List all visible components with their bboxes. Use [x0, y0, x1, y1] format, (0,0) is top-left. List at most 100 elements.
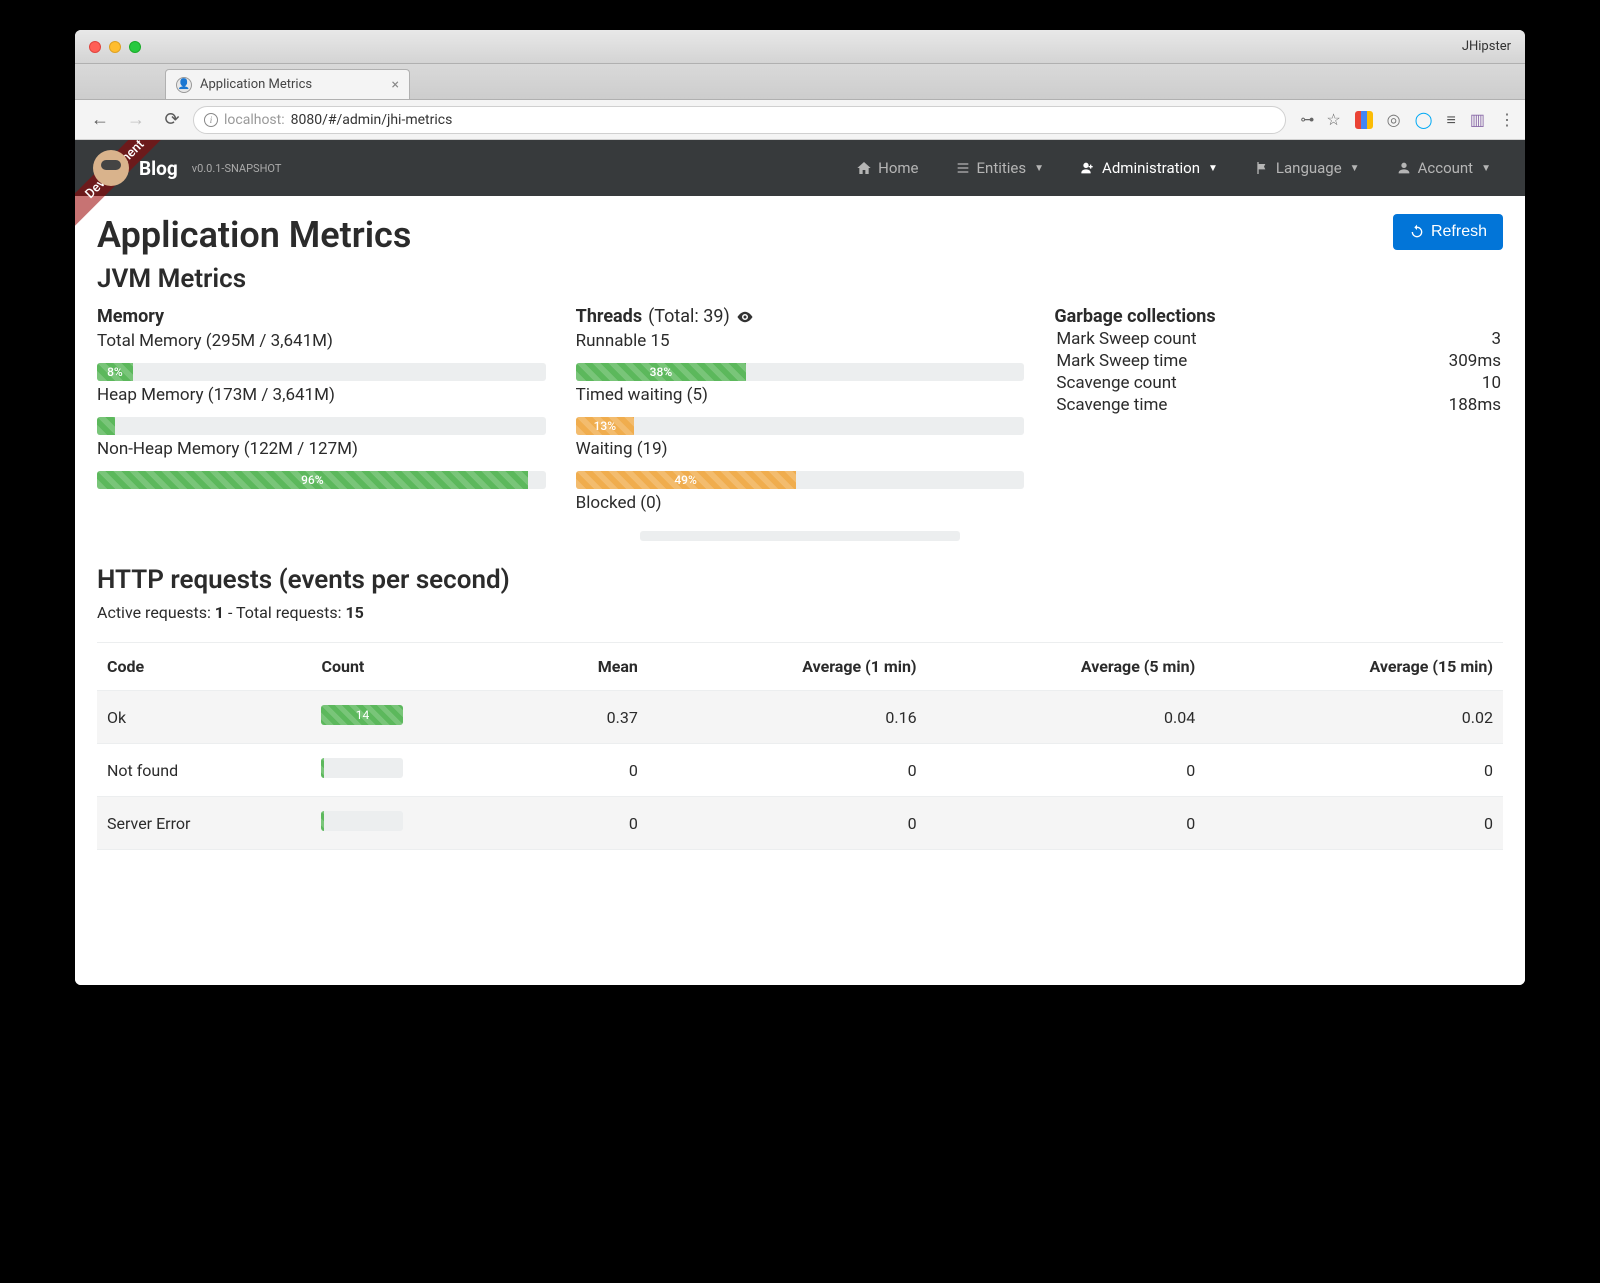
maximize-window-icon[interactable]	[129, 41, 141, 53]
threads-heading: Threads (Total: 39)	[576, 306, 1025, 327]
url-path: 8080/#/admin/jhi-metrics	[291, 112, 453, 128]
brand-version: v0.0.1-SNAPSHOT	[192, 162, 282, 175]
nonheap-memory-label: Non-Heap Memory (122M / 127M)	[97, 439, 546, 459]
gc-value: 309ms	[1381, 351, 1501, 371]
runnable-bar: 38%	[576, 363, 746, 381]
chevron-down-icon: ▼	[1034, 163, 1044, 174]
cell-count	[311, 797, 523, 850]
cell-avg5: 0	[927, 744, 1206, 797]
browser-menu-icon[interactable]: ⋮	[1499, 110, 1515, 129]
nav-entities-label: Entities	[977, 159, 1027, 177]
address-bar: ← → ⟳ i localhost: 8080/#/admin/jhi-metri…	[75, 100, 1525, 140]
waiting-label: Waiting (19)	[576, 439, 1025, 459]
count-bar	[321, 811, 323, 831]
site-info-icon[interactable]: i	[204, 113, 218, 127]
cell-avg1: 0	[648, 797, 927, 850]
url-host: localhost:	[224, 112, 285, 128]
page-content: Development Blog v0.0.1-SNAPSHOT Home En…	[75, 140, 1525, 985]
cell-avg5: 0.04	[927, 691, 1206, 744]
threads-heading-text: Threads	[576, 306, 642, 327]
col-avg15: Average (15 min)	[1205, 643, 1503, 691]
flag-icon	[1254, 160, 1270, 176]
cell-avg15: 0.02	[1205, 691, 1503, 744]
os-window-title: JHipster	[1462, 39, 1511, 54]
page-body: Application Metrics Refresh JVM Metrics …	[75, 196, 1525, 868]
browser-tabbar: 👤 Application Metrics ×	[75, 64, 1525, 100]
col-count: Count	[311, 643, 523, 691]
gc-value: 188ms	[1381, 395, 1501, 415]
nav-account[interactable]: Account ▼	[1380, 151, 1507, 185]
extension-icon-3[interactable]: ◯	[1415, 110, 1433, 129]
forward-button[interactable]: →	[121, 105, 151, 135]
nav-home[interactable]: Home	[840, 151, 934, 185]
http-header-row: Code Count Mean Average (1 min) Average …	[97, 643, 1503, 691]
chevron-down-icon: ▼	[1208, 163, 1218, 174]
nav-entities[interactable]: Entities ▼	[939, 151, 1061, 185]
jvm-section-title: JVM Metrics	[97, 264, 1503, 294]
nonheap-memory-bar: 96%	[97, 471, 528, 489]
threads-total: (Total: 39)	[648, 306, 730, 327]
titlebar: JHipster	[75, 30, 1525, 64]
bookmark-star-icon[interactable]: ☆	[1326, 110, 1340, 129]
gc-value: 10	[1381, 373, 1501, 393]
count-bar	[321, 758, 323, 778]
refresh-button[interactable]: Refresh	[1393, 214, 1503, 250]
nav-administration-label: Administration	[1102, 159, 1200, 177]
extension-icon-4[interactable]: ≡	[1447, 110, 1456, 130]
refresh-label: Refresh	[1431, 223, 1487, 241]
nav-administration[interactable]: Administration ▼	[1064, 151, 1234, 185]
page-header: Application Metrics Refresh	[97, 214, 1503, 256]
memory-heading: Memory	[97, 306, 546, 327]
count-bar: 14	[321, 705, 403, 725]
col-mean: Mean	[523, 643, 648, 691]
eye-icon[interactable]	[736, 308, 754, 326]
window-controls	[89, 41, 141, 53]
timed-waiting-progress: 13%	[576, 417, 1025, 435]
reload-button[interactable]: ⟳	[157, 105, 187, 135]
heap-memory-label: Heap Memory (173M / 3,641M)	[97, 385, 546, 405]
extension-icon-2[interactable]: ◎	[1387, 110, 1401, 129]
gc-value: 3	[1381, 329, 1501, 349]
heap-memory-bar	[97, 417, 115, 435]
browser-tab[interactable]: 👤 Application Metrics ×	[165, 69, 410, 99]
blocked-label: Blocked (0)	[576, 493, 1025, 513]
table-row: Ok 14 0.37 0.16 0.04 0.02	[97, 691, 1503, 744]
waiting-progress: 49%	[576, 471, 1025, 489]
user-plus-icon	[1080, 160, 1096, 176]
back-button[interactable]: ←	[85, 105, 115, 135]
nav-language[interactable]: Language ▼	[1238, 151, 1376, 185]
brand[interactable]: Blog v0.0.1-SNAPSHOT	[93, 150, 281, 186]
runnable-progress: 38%	[576, 363, 1025, 381]
table-row: Server Error 0 0 0 0	[97, 797, 1503, 850]
total-requests-value: 15	[345, 603, 363, 622]
cell-mean: 0.37	[523, 691, 648, 744]
extension-icon-1[interactable]	[1355, 111, 1373, 129]
col-avg5: Average (5 min)	[927, 643, 1206, 691]
timed-waiting-label: Timed waiting (5)	[576, 385, 1025, 405]
minimize-window-icon[interactable]	[109, 41, 121, 53]
cell-mean: 0	[523, 744, 648, 797]
app-navbar: Blog v0.0.1-SNAPSHOT Home Entities ▼ Adm…	[75, 140, 1525, 196]
timed-waiting-bar: 13%	[576, 417, 634, 435]
http-separator: -	[228, 603, 236, 622]
http-table: Code Count Mean Average (1 min) Average …	[97, 642, 1503, 850]
tab-close-icon[interactable]: ×	[392, 77, 399, 93]
tab-favicon-icon: 👤	[176, 77, 192, 93]
extension-icon-5[interactable]: ▥	[1470, 110, 1485, 129]
chevron-down-icon: ▼	[1481, 163, 1491, 174]
nonheap-memory-progress: 96%	[97, 471, 546, 489]
total-memory-bar: 8%	[97, 363, 133, 381]
gc-heading: Garbage collections	[1054, 306, 1503, 327]
cell-avg1: 0.16	[648, 691, 927, 744]
close-window-icon[interactable]	[89, 41, 101, 53]
gc-label: Mark Sweep time	[1056, 351, 1378, 371]
gc-label: Scavenge time	[1056, 395, 1378, 415]
total-memory-label: Total Memory (295M / 3,641M)	[97, 331, 546, 351]
page-title: Application Metrics	[97, 214, 411, 256]
waiting-bar: 49%	[576, 471, 796, 489]
url-input[interactable]: i localhost: 8080/#/admin/jhi-metrics	[193, 106, 1286, 134]
heap-memory-progress	[97, 417, 546, 435]
key-icon[interactable]: ⊶	[1300, 112, 1312, 128]
gc-label: Mark Sweep count	[1056, 329, 1378, 349]
brand-name: Blog	[139, 157, 178, 180]
